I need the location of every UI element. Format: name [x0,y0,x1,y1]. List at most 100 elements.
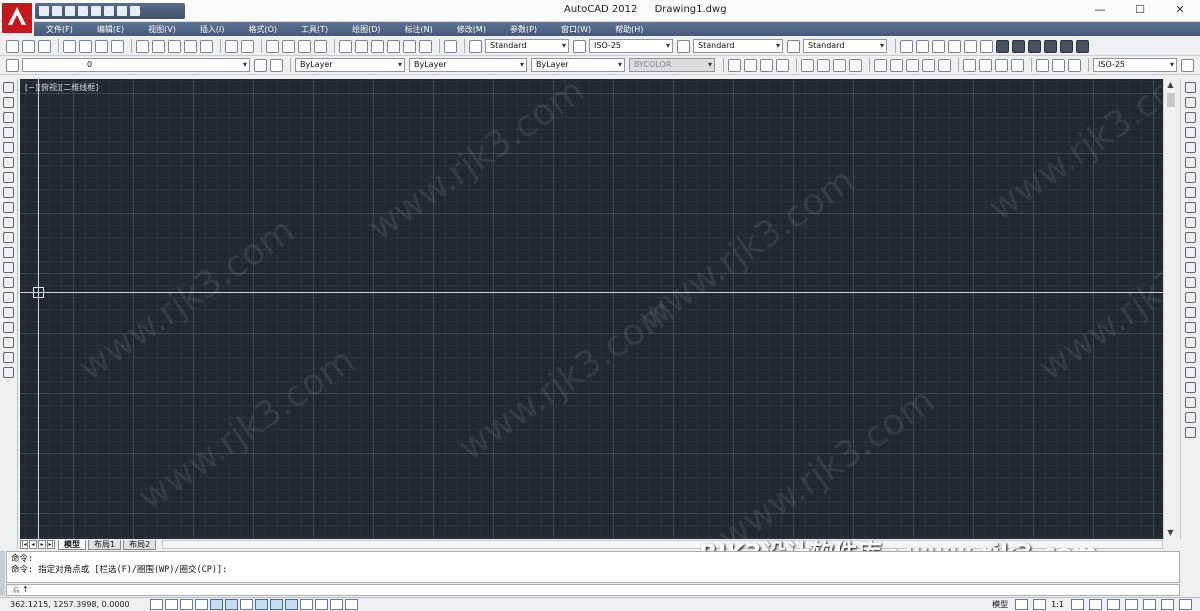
move-icon[interactable] [1185,157,1196,168]
offset-icon[interactable] [1185,127,1196,138]
workspace-switch-icon[interactable] [1107,599,1120,610]
radius-dim-icon[interactable] [801,58,814,72]
color-select[interactable]: ByLayer [295,58,405,72]
break-icon[interactable] [1185,262,1196,273]
dim-edit-icon[interactable] [1036,58,1049,72]
mleader-style-icon[interactable] [787,39,800,53]
hardware-acceleration-icon[interactable] [1143,599,1156,610]
selection-cycling-icon[interactable] [345,599,358,610]
annotation-scale[interactable]: 1:1 [1051,600,1064,609]
text-convert-icon[interactable] [1012,39,1025,53]
gradient-icon[interactable] [3,307,14,318]
quickcalc-icon[interactable] [419,39,432,53]
cut-icon[interactable] [136,39,149,53]
quick-access-toolbar[interactable] [35,3,185,19]
layer-select[interactable]: 0 [22,58,250,72]
coordinates-readout[interactable]: 362.1215, 1257.3998, 0.0000 [0,600,150,609]
new-icon[interactable] [39,6,49,16]
quick-dim-icon[interactable] [874,58,887,72]
trim-icon[interactable] [1185,217,1196,228]
blend-icon[interactable] [1185,322,1196,333]
lineweight-select[interactable]: ByLayer [531,58,625,72]
saveas-icon[interactable] [78,6,88,16]
redo-icon[interactable] [241,39,254,53]
infer-constraints-icon[interactable] [150,599,163,610]
continue-dim-icon[interactable] [906,58,919,72]
mleader-style-select[interactable]: Standard [803,39,887,53]
rotate-icon[interactable] [1185,172,1196,183]
make-current-layer-icon[interactable] [254,58,267,72]
baseline-dim-icon[interactable] [890,58,903,72]
dim-space-icon[interactable] [922,58,935,72]
quick-view-layouts-icon[interactable] [1015,599,1029,610]
erase-icon[interactable] [1185,82,1196,93]
region-icon[interactable] [3,322,14,333]
3d-dwf-icon[interactable] [111,39,124,53]
clean-screen-icon[interactable] [1179,599,1192,610]
quick-view-drawings-icon[interactable] [1033,599,1047,610]
menu-parametric[interactable]: 参数(P) [510,24,537,35]
next-tab-icon[interactable]: ▸ [38,540,46,549]
text-fit-icon[interactable] [1076,39,1089,53]
polar-tracking-icon[interactable] [210,599,223,610]
copy-object-icon[interactable] [1185,97,1196,108]
draworder-back-icon[interactable] [1185,367,1196,378]
revcloud-icon[interactable] [3,187,14,198]
publish-icon[interactable] [95,39,108,53]
redo-icon[interactable] [117,6,127,16]
polygon-icon[interactable] [3,127,14,138]
ortho-mode-icon[interactable] [195,599,208,610]
edit-text-icon[interactable] [932,39,945,53]
open-icon[interactable] [22,39,35,53]
chamfer-icon[interactable] [1185,292,1196,303]
first-tab-icon[interactable]: |◂ [20,540,28,549]
dropdown-icon[interactable] [130,6,140,16]
linetype-select[interactable]: ByLayer [409,58,527,72]
auto-scale-icon[interactable] [1089,599,1102,610]
scroll-down-icon[interactable]: ▼ [1164,527,1177,539]
menu-file[interactable]: 文件(F) [46,24,73,35]
object-snap-tracking-icon[interactable] [255,599,268,610]
arc-length-icon[interactable] [760,58,773,72]
dim-break-icon[interactable] [938,58,951,72]
dim-style-manager-icon[interactable] [1181,58,1194,72]
construction-line-icon[interactable] [3,97,14,108]
block-editor-icon[interactable] [200,39,213,53]
last-tab-icon[interactable]: ▸| [47,540,55,549]
menu-tools[interactable]: 工具(T) [301,24,328,35]
annotation-visibility-icon[interactable] [1071,599,1084,610]
point-icon[interactable] [3,277,14,288]
arc-icon[interactable] [3,157,14,168]
linear-dim-icon[interactable] [728,58,741,72]
autocad-logo-icon[interactable] [2,3,32,33]
menu-view[interactable]: 视图(V) [148,24,176,35]
tool-palettes-icon[interactable] [371,39,384,53]
menu-insert[interactable]: 插入(I) [200,24,225,35]
open-icon[interactable] [52,6,62,16]
layer-manager-icon[interactable] [6,58,19,72]
extend-icon[interactable] [1185,232,1196,243]
text-scale-icon[interactable] [980,39,993,53]
circle-icon[interactable] [3,172,14,183]
undo-icon[interactable] [225,39,238,53]
pan-icon[interactable] [266,39,279,53]
preview-icon[interactable] [79,39,92,53]
center-mark-icon[interactable] [979,58,992,72]
dim-style-icon[interactable] [573,39,586,53]
inspection-icon[interactable] [995,58,1008,72]
add-selected-icon[interactable] [3,367,14,378]
table-style-icon[interactable] [677,39,690,53]
undo-icon[interactable] [104,6,114,16]
spline-icon[interactable] [3,202,14,213]
markup-icon[interactable] [403,39,416,53]
print-icon[interactable] [63,39,76,53]
properties-icon[interactable] [339,39,352,53]
aligned-dim-icon[interactable] [744,58,757,72]
tab-model[interactable]: 模型 [58,539,86,550]
stretch-icon[interactable] [1185,202,1196,213]
text-align-icon[interactable] [1044,39,1057,53]
explode-icon[interactable] [1185,337,1196,348]
help-icon[interactable] [444,39,457,53]
maximize-button[interactable]: ☐ [1120,0,1160,20]
zoom-window-icon[interactable] [298,39,311,53]
